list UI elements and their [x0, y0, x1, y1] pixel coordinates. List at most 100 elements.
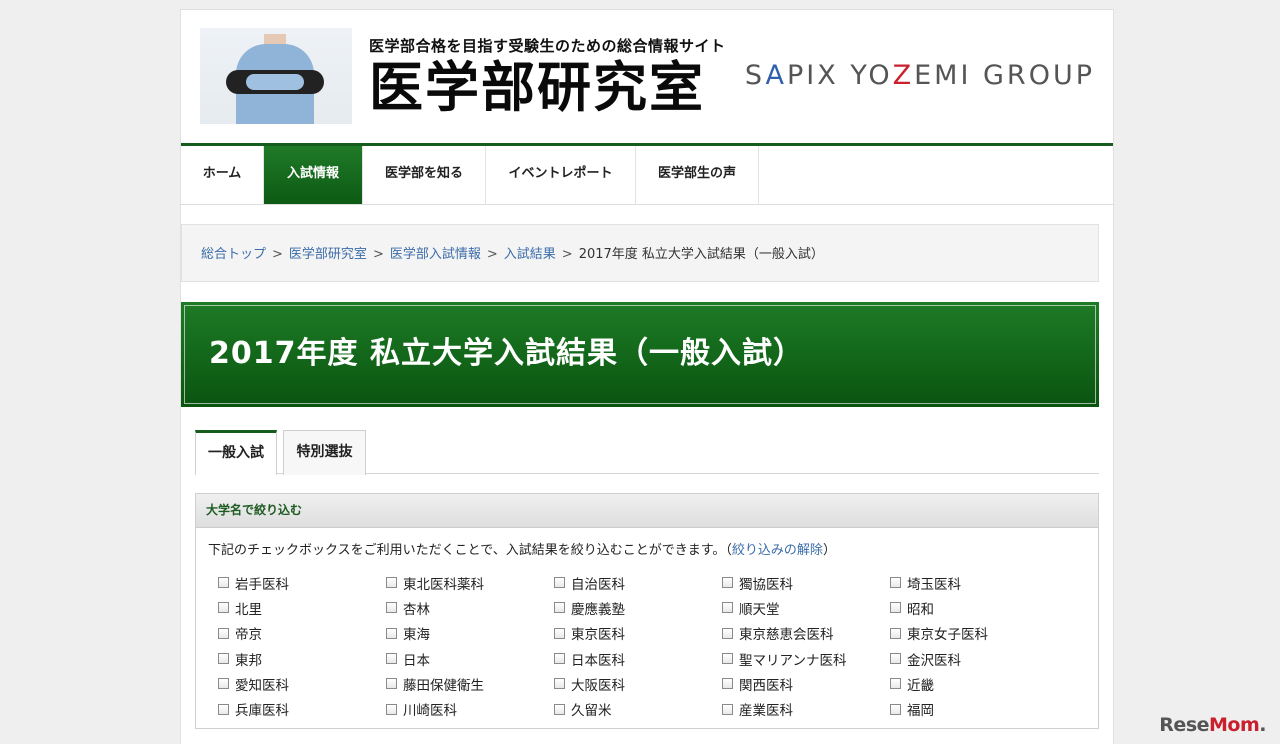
- university-name: 獨協医科: [739, 576, 793, 593]
- checkbox[interactable]: [890, 653, 901, 665]
- nav-exam-info[interactable]: 入試情報: [264, 146, 363, 204]
- university-checkbox-item[interactable]: 慶應義塾: [554, 595, 722, 620]
- university-checkbox-item[interactable]: 日本: [386, 646, 554, 671]
- university-name: 岩手医科: [235, 576, 289, 593]
- filter-heading: 大学名で絞り込む: [196, 494, 1098, 528]
- university-name: 福岡: [907, 703, 934, 720]
- site-header: 医学部合格を目指す受験生のための総合情報サイト 医学部研究室 SAPIX YOZ…: [181, 10, 1113, 205]
- checkbox[interactable]: [218, 703, 229, 715]
- checkbox[interactable]: [386, 678, 397, 690]
- brand-rest2: EMI GROUP: [914, 60, 1095, 91]
- university-name: 藤田保健衛生: [403, 677, 484, 694]
- page-title: 2017年度 私立大学入試結果（一般入試）: [209, 336, 804, 371]
- university-checkbox-item[interactable]: 獨協医科: [722, 570, 890, 595]
- checkbox[interactable]: [218, 577, 229, 589]
- breadcrumb-separator: >: [561, 247, 573, 262]
- university-name: 自治医科: [571, 576, 625, 593]
- breadcrumb: 総合トップ > 医学部研究室 > 医学部入試情報 > 入試結果 >2017年度 私立大学入試結…: [181, 224, 1099, 282]
- university-checkbox-item[interactable]: 東京医科: [554, 621, 722, 646]
- checkbox[interactable]: [386, 627, 397, 639]
- university-name: 東北医科薬科: [403, 576, 484, 593]
- university-checkbox-item[interactable]: 金沢医科: [890, 646, 1058, 671]
- breadcrumb-separator: >: [372, 247, 384, 262]
- university-checkbox-item[interactable]: 藤田保健衛生: [386, 671, 554, 696]
- university-checkbox-item[interactable]: 川崎医科: [386, 696, 554, 721]
- checkbox[interactable]: [218, 653, 229, 665]
- checkbox[interactable]: [554, 653, 565, 665]
- breadcrumb-link-results[interactable]: 入試結果: [504, 247, 556, 262]
- breadcrumb-separator: >: [272, 247, 283, 262]
- university-checkbox-item[interactable]: 近畿: [890, 671, 1058, 696]
- breadcrumb-link-top[interactable]: 総合トップ: [201, 247, 266, 262]
- university-checkbox-item[interactable]: 福岡: [890, 696, 1058, 721]
- checkbox[interactable]: [722, 602, 733, 614]
- reset-filter-link[interactable]: 絞り込みの解除: [732, 543, 823, 558]
- nav-know-medicine[interactable]: 医学部を知る: [363, 146, 486, 204]
- university-name: 北里: [235, 601, 262, 618]
- checkbox[interactable]: [554, 602, 565, 614]
- checkbox[interactable]: [554, 577, 565, 589]
- checkbox[interactable]: [722, 627, 733, 639]
- global-nav: ホーム 入試情報 医学部を知る イベントレポート 医学部生の声: [181, 143, 1113, 205]
- checkbox[interactable]: [386, 577, 397, 589]
- breadcrumb-link-lab[interactable]: 医学部研究室: [289, 247, 367, 262]
- university-checkbox-item[interactable]: 大阪医科: [554, 671, 722, 696]
- checkbox[interactable]: [890, 678, 901, 690]
- university-checkbox-item[interactable]: 帝京: [218, 621, 386, 646]
- checkbox[interactable]: [554, 627, 565, 639]
- checkbox[interactable]: [218, 602, 229, 614]
- site-title[interactable]: 医学部研究室: [369, 55, 705, 119]
- tab-general-exam[interactable]: 一般入試: [195, 430, 277, 475]
- checkbox[interactable]: [890, 602, 901, 614]
- checkbox[interactable]: [554, 678, 565, 690]
- university-checkbox-item[interactable]: 久留米: [554, 696, 722, 721]
- university-name: 慶應義塾: [571, 601, 625, 618]
- university-checkbox-item[interactable]: 東邦: [218, 646, 386, 671]
- checkbox[interactable]: [722, 577, 733, 589]
- university-checkbox-item[interactable]: 日本医科: [554, 646, 722, 671]
- university-checkbox-grid: 岩手医科 東北医科薬科 自治医科 獨協医科 埼玉医科 北里 杏林 慶應義塾 順天堂 昭和 帝京 東海東…: [218, 570, 1098, 722]
- university-name: 産業医科: [739, 703, 793, 720]
- breadcrumb-link-exam-info[interactable]: 医学部入試情報: [390, 247, 481, 262]
- university-checkbox-item[interactable]: 自治医科: [554, 570, 722, 595]
- university-checkbox-item[interactable]: 東北医科薬科: [386, 570, 554, 595]
- nav-student-voices[interactable]: 医学部生の声: [636, 146, 759, 204]
- nav-home[interactable]: ホーム: [181, 146, 264, 204]
- checkbox[interactable]: [722, 653, 733, 665]
- university-checkbox-item[interactable]: 聖マリアンナ医科: [722, 646, 890, 671]
- university-name: 関西医科: [739, 677, 793, 694]
- tab-special-selection[interactable]: 特別選抜: [283, 430, 366, 475]
- university-checkbox-item[interactable]: 東京女子医科: [890, 621, 1058, 646]
- university-checkbox-item[interactable]: 東海: [386, 621, 554, 646]
- university-checkbox-item[interactable]: 東京慈恵会医科: [722, 621, 890, 646]
- checkbox[interactable]: [890, 627, 901, 639]
- checkbox[interactable]: [722, 703, 733, 715]
- page-container: 医学部合格を目指す受験生のための総合情報サイト 医学部研究室 SAPIX YOZ…: [180, 9, 1114, 744]
- university-name: 聖マリアンナ医科: [739, 652, 847, 669]
- checkbox[interactable]: [722, 678, 733, 690]
- university-checkbox-item[interactable]: 埼玉医科: [890, 570, 1058, 595]
- checkbox[interactable]: [218, 627, 229, 639]
- checkbox[interactable]: [890, 703, 901, 715]
- checkbox[interactable]: [386, 653, 397, 665]
- sapix-yozemi-group-logo[interactable]: SAPIX YOZEMI GROUP: [745, 60, 1095, 91]
- university-checkbox-item[interactable]: 順天堂: [722, 595, 890, 620]
- nav-event-report[interactable]: イベントレポート: [486, 146, 636, 204]
- checkbox[interactable]: [554, 703, 565, 715]
- checkbox[interactable]: [386, 703, 397, 715]
- university-checkbox-item[interactable]: 北里: [218, 595, 386, 620]
- checkbox[interactable]: [218, 678, 229, 690]
- university-checkbox-item[interactable]: 岩手医科: [218, 570, 386, 595]
- university-checkbox-item[interactable]: 産業医科: [722, 696, 890, 721]
- checkbox[interactable]: [890, 577, 901, 589]
- checkbox[interactable]: [386, 602, 397, 614]
- header-doctor-photo: [200, 28, 352, 124]
- exam-type-tabs: 一般入試 特別選抜: [195, 430, 1099, 475]
- university-checkbox-item[interactable]: 昭和: [890, 595, 1058, 620]
- page-title-banner: 2017年度 私立大学入試結果（一般入試）: [181, 302, 1099, 407]
- university-checkbox-item[interactable]: 兵庫医科: [218, 696, 386, 721]
- university-name: 東京女子医科: [907, 627, 988, 644]
- university-checkbox-item[interactable]: 杏林: [386, 595, 554, 620]
- university-checkbox-item[interactable]: 関西医科: [722, 671, 890, 696]
- university-checkbox-item[interactable]: 愛知医科: [218, 671, 386, 696]
